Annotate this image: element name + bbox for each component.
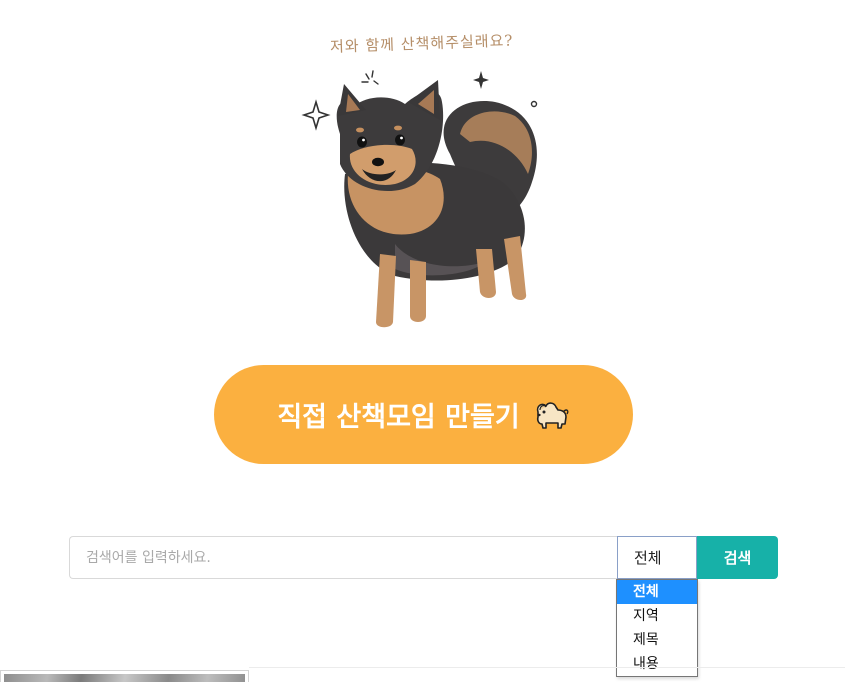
create-walk-group-label: 직접 산책모임 만들기 (277, 402, 520, 433)
search-input[interactable] (69, 536, 617, 579)
search-filter-selected-value: 전체 (634, 549, 662, 567)
search-filter-dropdown: 전체 지역 제목 내용 (616, 579, 698, 677)
pomeranian-dog-illustration (301, 70, 538, 328)
filter-option-content[interactable]: 내용 (617, 652, 697, 676)
section-divider (249, 667, 845, 668)
walk-group-card-image (4, 674, 245, 682)
hero-illustration: 저와 함께 산책해주실래요? (300, 24, 550, 336)
filter-option-all[interactable]: 전체 (617, 580, 697, 604)
filter-option-region[interactable]: 지역 (617, 604, 697, 628)
page: 저와 함께 산책해주실래요? 직접 산책모임 만들기 전체 검색 전체 지역 제… (0, 0, 845, 682)
create-walk-group-button[interactable]: 직접 산책모임 만들기 (214, 365, 633, 464)
search-button[interactable]: 검색 (697, 536, 778, 579)
dog-icon (532, 398, 570, 432)
walk-group-card[interactable] (0, 670, 249, 682)
filter-option-title[interactable]: 제목 (617, 628, 697, 652)
search-filter-select[interactable]: 전체 (617, 536, 697, 579)
